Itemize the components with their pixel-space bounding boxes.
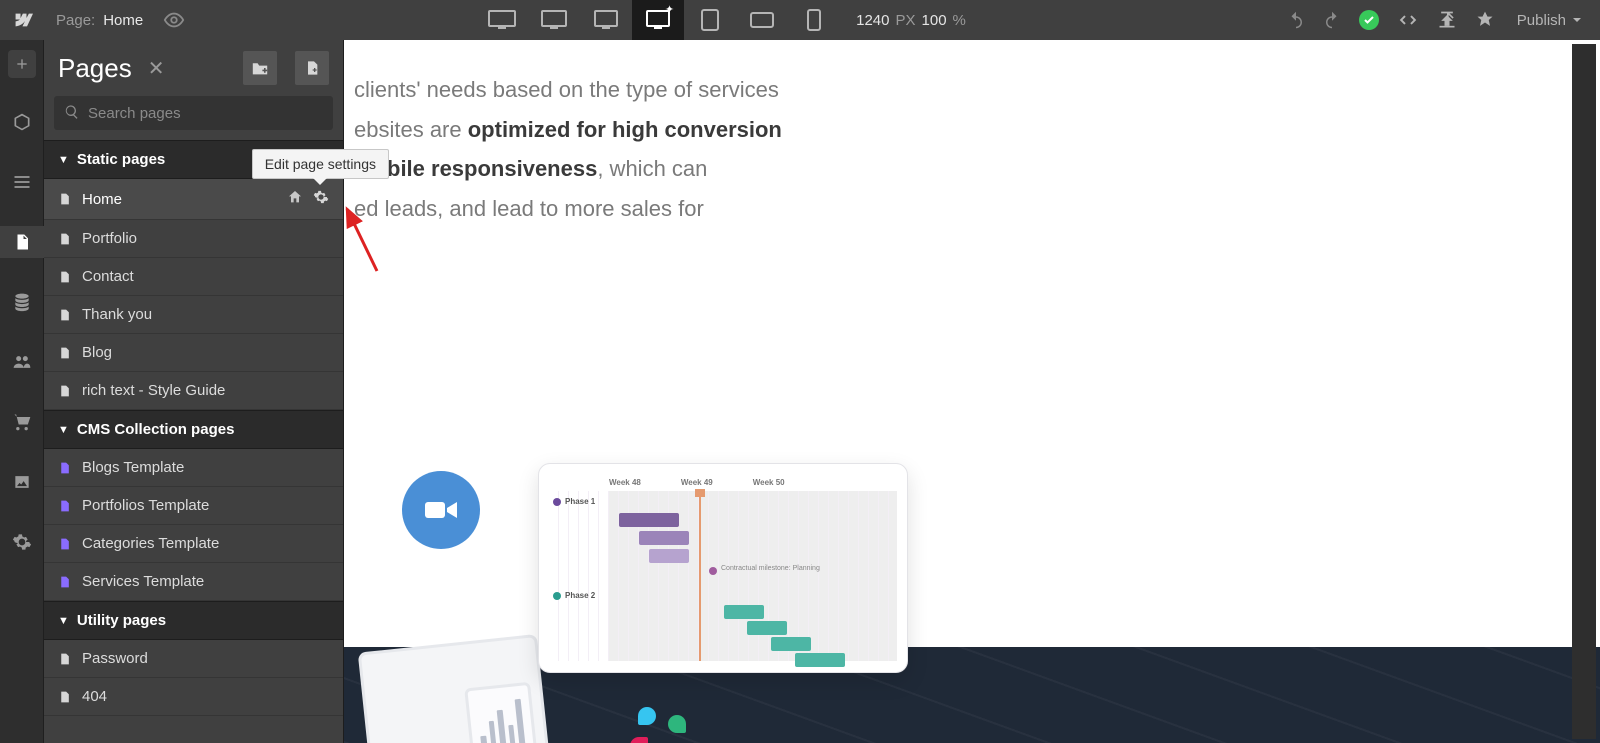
page-label: Portfolio: [82, 230, 329, 247]
page-icon: [58, 536, 72, 552]
page-icon: [58, 383, 72, 399]
breakpoint-switcher: ✦: [476, 0, 840, 40]
breakpoint-1440[interactable]: [476, 0, 528, 40]
gantt-illustration: Week 48Week 49Week 50 Phase 1 Contractua…: [538, 463, 908, 673]
page-icon: [58, 651, 72, 667]
canvas[interactable]: clients' needs based on the type of serv…: [344, 40, 1600, 743]
page-item-portfolio[interactable]: Portfolio: [44, 220, 343, 258]
page-icon: [58, 345, 72, 361]
breakpoint-1280[interactable]: [528, 0, 580, 40]
page-item-blogs-template[interactable]: Blogs Template: [44, 449, 343, 487]
audit-icon[interactable]: [1475, 10, 1495, 30]
publish-button[interactable]: Publish: [1513, 12, 1586, 29]
symbols-icon[interactable]: [0, 106, 44, 138]
close-panel-icon[interactable]: ✕: [148, 56, 165, 81]
annotation-arrow: [343, 205, 383, 280]
zoom-logo-icon: [402, 471, 480, 549]
breakpoint-desktop-base[interactable]: ✦: [632, 0, 684, 40]
undo-icon[interactable]: [1287, 11, 1305, 29]
top-bar: Page: Home ✦ 1240 PX 100 %: [0, 0, 1600, 40]
canvas-size[interactable]: 1240 PX 100 %: [840, 12, 982, 29]
ecommerce-icon[interactable]: [0, 406, 44, 438]
page-item-password[interactable]: Password: [44, 640, 343, 678]
pages-icon[interactable]: [0, 226, 44, 258]
page-label: Home: [82, 191, 277, 208]
breakpoint-mobile-portrait[interactable]: [788, 0, 840, 40]
page-item-contact[interactable]: Contact: [44, 258, 343, 296]
webflow-logo[interactable]: [0, 9, 44, 31]
right-sidebar-collapsed[interactable]: [1572, 44, 1596, 739]
panel-title: Pages: [58, 53, 132, 84]
pages-panel: Pages ✕ ▼Static pages Home Edit page s: [44, 40, 344, 743]
page-item-services-template[interactable]: Services Template: [44, 563, 343, 601]
section-cms-pages[interactable]: ▼CMS Collection pages: [44, 410, 343, 449]
zoom-value: 100: [922, 12, 947, 29]
export-icon[interactable]: [1437, 10, 1457, 30]
users-icon[interactable]: [0, 346, 44, 378]
page-label: 404: [82, 688, 329, 705]
page-icon: [58, 231, 72, 247]
chevron-down-icon: [1572, 15, 1582, 25]
page-label: Blog: [82, 344, 329, 361]
page-item-404[interactable]: 404: [44, 678, 343, 716]
page-item-categories-template[interactable]: Categories Template: [44, 525, 343, 563]
page-label: rich text - Style Guide: [82, 382, 329, 399]
page-item-home[interactable]: Home Edit page settings: [44, 179, 343, 220]
page-label: Thank you: [82, 306, 329, 323]
page-switcher[interactable]: Page: Home: [44, 12, 155, 29]
page-item-blog[interactable]: Blog: [44, 334, 343, 372]
page-icon: [58, 191, 72, 207]
assets-icon[interactable]: [0, 466, 44, 498]
chart-illustration: [464, 682, 538, 743]
slack-logo-icon: [630, 707, 686, 743]
status-ok-icon[interactable]: [1359, 10, 1379, 30]
page-label: Contact: [82, 268, 329, 285]
search-input[interactable]: [54, 96, 333, 130]
gear-icon[interactable]: Edit page settings: [313, 189, 329, 209]
breakpoint-tablet[interactable]: [684, 0, 736, 40]
illustration-cluster: Week 48Week 49Week 50 Phase 1 Contractua…: [364, 463, 924, 743]
page-item-portfolios-template[interactable]: Portfolios Template: [44, 487, 343, 525]
tooltip-edit-page-settings: Edit page settings: [252, 149, 389, 179]
page-icon: [58, 498, 72, 514]
code-icon[interactable]: [1397, 9, 1419, 31]
home-icon: [287, 189, 303, 209]
page-label: Portfolios Template: [82, 497, 329, 514]
page-label: Password: [82, 650, 329, 667]
page-item-thank-you[interactable]: Thank you: [44, 296, 343, 334]
publish-label: Publish: [1517, 12, 1566, 29]
width-unit: PX: [896, 12, 916, 29]
add-element-icon[interactable]: [8, 50, 36, 78]
page-label: Categories Template: [82, 535, 329, 552]
new-folder-button[interactable]: [243, 51, 277, 85]
breakpoint-desktop-plus[interactable]: [580, 0, 632, 40]
width-value: 1240: [856, 12, 889, 29]
page-label: Page:: [56, 12, 95, 29]
left-rail: [0, 40, 44, 743]
breakpoint-mobile-landscape[interactable]: [736, 0, 788, 40]
cms-icon[interactable]: [0, 286, 44, 318]
zoom-unit: %: [953, 12, 966, 29]
page-icon: [58, 460, 72, 476]
page-label: Services Template: [82, 573, 329, 590]
site-content-text: clients' needs based on the type of serv…: [344, 40, 1600, 228]
new-page-button[interactable]: [295, 51, 329, 85]
search-icon: [64, 104, 80, 125]
page-name: Home: [103, 12, 143, 29]
page-icon: [58, 574, 72, 590]
section-utility-pages[interactable]: ▼Utility pages: [44, 601, 343, 640]
settings-icon[interactable]: [0, 526, 44, 558]
page-label: Blogs Template: [82, 459, 329, 476]
page-item-style-guide[interactable]: rich text - Style Guide: [44, 372, 343, 410]
page-icon: [58, 269, 72, 285]
page-icon: [58, 689, 72, 705]
navigator-icon[interactable]: [0, 166, 44, 198]
redo-icon[interactable]: [1323, 11, 1341, 29]
preview-icon[interactable]: [163, 9, 185, 31]
page-icon: [58, 307, 72, 323]
